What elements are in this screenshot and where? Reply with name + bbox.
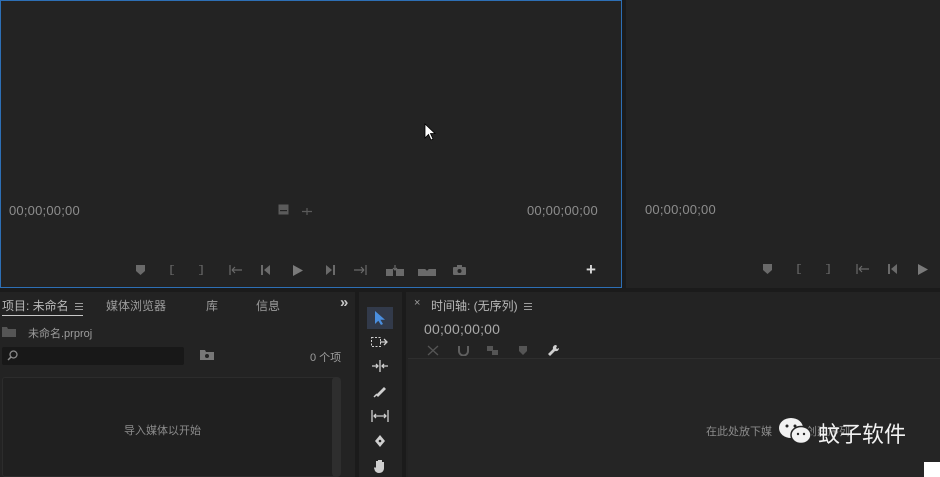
tab-project[interactable]: 项目: 未命名	[2, 297, 83, 316]
project-folder-icon	[2, 326, 16, 340]
mouse-cursor-icon	[424, 123, 437, 144]
fit-icon[interactable]	[301, 205, 313, 219]
source-duration-timecode[interactable]: 00;00;00;00	[527, 203, 598, 218]
slip-icon	[371, 410, 389, 422]
nest-sequence-icon[interactable]	[426, 343, 440, 357]
media-drop-area[interactable]: 导入媒体以开始	[2, 377, 340, 477]
pen-icon	[375, 435, 385, 447]
tab-info[interactable]: 信息	[256, 297, 280, 314]
drop-media-hint-text: 在此处放下媒	[706, 426, 772, 438]
timeline-toolbar	[426, 343, 560, 357]
selection-tool[interactable]	[367, 307, 393, 329]
panel-overflow-button[interactable]: »	[340, 294, 348, 311]
program-transport-controls	[760, 262, 930, 276]
slip-tool[interactable]	[367, 405, 393, 427]
search-field[interactable]	[2, 347, 184, 365]
tab-timeline[interactable]: 时间轴: (无序列)	[431, 297, 532, 314]
razor-tool[interactable]	[367, 380, 393, 402]
add-marker-icon[interactable]	[516, 343, 530, 357]
close-panel-button[interactable]: ×	[414, 297, 420, 309]
mark-in-icon[interactable]	[792, 262, 806, 276]
timeline-panel[interactable]: × 时间轴: (无序列) 00;00;00;00 在此处放下媒 创建序列 蚊子软件	[406, 292, 940, 477]
timeline-corner-box	[924, 462, 940, 477]
razor-icon	[373, 387, 386, 398]
item-count: 0 个项	[310, 352, 342, 364]
source-monitor-panel[interactable]: 00;00;00;00 00;00;00;00 +	[0, 0, 622, 288]
ripple-edit-tool[interactable]	[367, 355, 393, 377]
play-icon[interactable]	[291, 263, 305, 277]
go-to-in-icon[interactable]	[854, 262, 872, 276]
program-monitor-panel[interactable]: 00;00;00;00	[626, 0, 940, 288]
tools-panel	[359, 292, 402, 477]
ripple-edit-icon	[372, 360, 388, 372]
hand-icon	[374, 459, 384, 473]
step-forward-icon[interactable]	[323, 263, 337, 277]
wrench-icon[interactable]	[546, 343, 560, 357]
overwrite-icon[interactable]	[417, 263, 437, 277]
track-select-icon	[371, 337, 388, 347]
selection-arrow-icon	[375, 311, 385, 325]
hand-tool[interactable]	[367, 454, 393, 476]
add-button[interactable]: +	[586, 260, 596, 280]
wechat-logo-icon	[778, 416, 812, 449]
project-panel[interactable]: 项目: 未命名 媒体浏览器 库 信息 » 未命名.prproj 0 个项 导入媒…	[0, 292, 355, 477]
go-to-in-icon[interactable]	[227, 263, 245, 277]
step-back-icon[interactable]	[259, 263, 273, 277]
add-marker-icon[interactable]	[760, 262, 774, 276]
new-bin-icon[interactable]	[200, 349, 214, 363]
export-frame-icon[interactable]	[278, 204, 289, 218]
camera-icon[interactable]	[451, 263, 467, 277]
pen-tool[interactable]	[367, 430, 393, 452]
watermark-text: 蚊子软件	[818, 422, 907, 448]
panel-menu-icon[interactable]	[523, 303, 532, 311]
mark-in-icon[interactable]	[165, 263, 179, 277]
tab-libraries[interactable]: 库	[206, 297, 218, 314]
tab-project-label: 项目: 未命名	[2, 299, 69, 313]
program-timecode[interactable]: 00;00;00;00	[645, 202, 716, 217]
timeline-title: 时间轴: (无序列)	[431, 299, 518, 313]
panel-menu-icon[interactable]	[74, 303, 83, 311]
add-marker-icon[interactable]	[133, 263, 147, 277]
search-input[interactable]	[22, 348, 180, 364]
go-to-out-icon[interactable]	[351, 263, 369, 277]
project-file-name: 未命名.prproj	[28, 328, 93, 340]
play-icon[interactable]	[916, 262, 930, 276]
mark-out-icon[interactable]	[193, 263, 207, 277]
mark-out-icon[interactable]	[820, 262, 834, 276]
project-scrollbar[interactable]	[332, 377, 341, 477]
wechat-watermark: 蚊子软件	[778, 416, 906, 449]
search-icon	[7, 350, 18, 364]
snap-icon[interactable]	[456, 343, 470, 357]
insert-icon[interactable]	[385, 263, 405, 277]
source-in-timecode[interactable]: 00;00;00;00	[9, 203, 80, 218]
tab-media-browser[interactable]: 媒体浏览器	[106, 297, 166, 314]
project-tabbar: 项目: 未命名 媒体浏览器 库 信息 »	[0, 292, 355, 316]
timeline-timecode[interactable]: 00;00;00;00	[424, 321, 500, 337]
step-back-icon[interactable]	[886, 262, 900, 276]
track-select-tool[interactable]	[367, 331, 393, 353]
source-transport-controls	[133, 263, 467, 277]
linked-selection-icon[interactable]	[486, 343, 500, 357]
import-media-hint: 导入媒体以开始	[124, 425, 201, 437]
